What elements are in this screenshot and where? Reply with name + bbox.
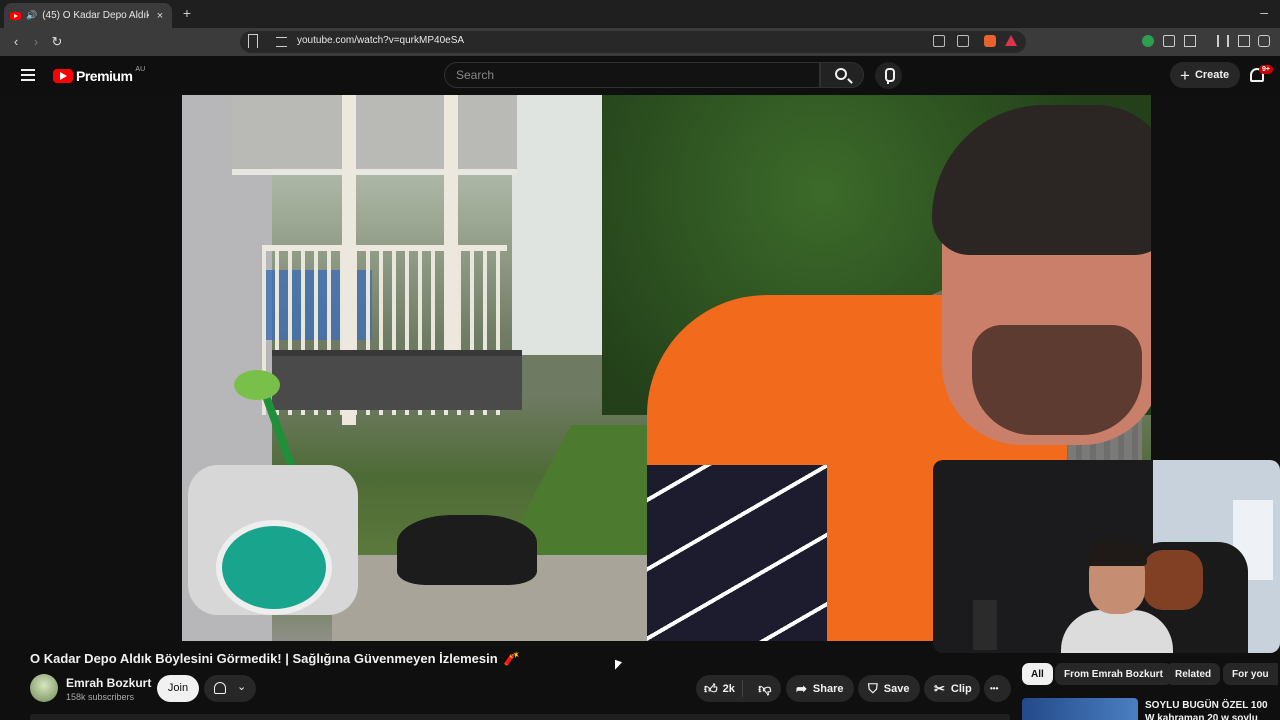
clip-button[interactable]: ✂ Clip: [924, 675, 980, 702]
back-icon[interactable]: ‹: [8, 34, 24, 50]
share-page-icon[interactable]: [957, 35, 969, 47]
video-bag: [397, 515, 537, 585]
media-controls-icon[interactable]: [1217, 35, 1229, 47]
thumbs-up-icon: 👍︎: [704, 681, 718, 696]
youtube-premium-logo[interactable]: Premium AU: [53, 65, 146, 84]
facecam-chair-logo: [1143, 550, 1203, 610]
tab-title: (45) O Kadar Depo Aldık Böyle: [42, 10, 149, 21]
video-shirt-sleeve: [647, 465, 827, 641]
tab-close-icon[interactable]: ×: [154, 10, 166, 22]
microphone-icon[interactable]: [875, 62, 902, 89]
chevron-down-icon: ⌄: [237, 681, 247, 693]
browser-toolbar: ‹ › ↻ youtube.com/watch?v=qurkMP40eSA: [0, 28, 1280, 56]
channel-name[interactable]: Emrah Bozkurt: [66, 676, 151, 690]
facecam-overlay: [933, 460, 1280, 653]
save-button[interactable]: ⛉ Save: [858, 675, 920, 702]
join-button[interactable]: Join: [157, 675, 199, 702]
reload-icon[interactable]: ↻: [49, 34, 65, 50]
scissors-icon: ✂: [934, 681, 945, 696]
subscriber-count: 158k subscribers: [66, 692, 135, 702]
bell-icon: [214, 682, 226, 694]
video-hose-wheel: [216, 520, 332, 615]
search-icon: [835, 68, 847, 80]
clip-label: Clip: [950, 682, 972, 695]
facecam-person-hair: [1085, 540, 1147, 566]
video-porch-post: [444, 95, 458, 375]
search-input[interactable]: Search: [444, 62, 820, 88]
new-tab-button[interactable]: +: [180, 5, 194, 21]
plus-icon: +: [1180, 65, 1190, 85]
chip-for-you[interactable]: For you: [1223, 663, 1278, 685]
minimize-window-button[interactable]: –: [1260, 4, 1268, 20]
related-video-title[interactable]: SOYLU BUGÜN ÖZEL 100 W kahraman 20 w soy…: [1145, 699, 1275, 720]
site-info-icon[interactable]: [276, 37, 287, 47]
like-count: 2k: [722, 682, 735, 695]
browser-tab-strip: 🔊 (45) O Kadar Depo Aldık Böyle × + –: [0, 0, 1280, 28]
extension-icon[interactable]: [1142, 35, 1154, 47]
menu-hamburger-icon[interactable]: [21, 69, 35, 81]
firecracker-icon: 🧨: [503, 651, 520, 666]
related-video-thumbnail[interactable]: [1022, 698, 1138, 720]
logo-text: Premium: [76, 68, 133, 84]
puzzle-extensions-icon[interactable]: [1163, 35, 1175, 47]
facecam-mic-arm: [973, 600, 997, 650]
facecam-person-body: [1061, 610, 1173, 653]
chip-related[interactable]: Related: [1166, 663, 1221, 685]
video-broom: [234, 370, 280, 400]
brave-shield-icon[interactable]: [984, 35, 996, 47]
channel-avatar[interactable]: [30, 674, 58, 702]
more-actions-button[interactable]: •••: [984, 675, 1011, 702]
like-dislike-group: 👍︎ 2k 👎︎: [696, 675, 781, 702]
dislike-button[interactable]: 👎︎: [749, 682, 781, 695]
youtube-favicon-icon: [10, 11, 21, 20]
share-arrow-icon: ➦: [796, 681, 807, 696]
youtube-play-icon: [53, 69, 73, 83]
like-button[interactable]: 👍︎ 2k: [696, 680, 743, 697]
video-porch-roof: [232, 95, 517, 175]
mouse-cursor-icon: [615, 659, 622, 673]
chip-all[interactable]: All: [1022, 663, 1053, 685]
bookmark-star-icon[interactable]: [248, 34, 258, 48]
country-code: AU: [135, 65, 146, 73]
video-deck: [272, 350, 522, 410]
search-button[interactable]: [820, 62, 864, 88]
bookmark-icon: ⛉: [868, 681, 878, 696]
youtube-header: Premium AU Search + Create 9+: [0, 56, 1280, 95]
create-label: Create: [1194, 69, 1230, 81]
video-title: O Kadar Depo Aldık Böylesini Görmedik! |…: [30, 651, 520, 667]
url-text[interactable]: youtube.com/watch?v=qurkMP40eSA: [297, 35, 464, 46]
speaker-icon[interactable]: 🔊: [26, 10, 37, 21]
notifications-badge: 9+: [1259, 65, 1273, 74]
share-label: Share: [812, 682, 844, 695]
chip-from-channel[interactable]: From Emrah Bozkurt: [1055, 663, 1172, 685]
video-person-beard: [972, 325, 1142, 435]
share-button[interactable]: ➦ Share: [786, 675, 854, 702]
thumbs-down-icon: 👎︎: [758, 681, 772, 696]
rewards-icon[interactable]: [1005, 35, 1017, 46]
screenshot-icon[interactable]: [1184, 35, 1196, 47]
create-button[interactable]: + Create: [1170, 62, 1240, 88]
description-box-edge: [30, 714, 1010, 720]
browser-tab[interactable]: 🔊 (45) O Kadar Depo Aldık Böyle ×: [4, 3, 172, 28]
cast-icon[interactable]: [933, 35, 945, 47]
save-label: Save: [883, 682, 910, 695]
wallet-icon[interactable]: [1258, 35, 1270, 47]
forward-icon[interactable]: ›: [28, 34, 44, 50]
subscribed-notifications-button[interactable]: ⌄: [204, 675, 256, 702]
sidebar-icon[interactable]: [1238, 35, 1250, 47]
video-title-text: O Kadar Depo Aldık Böylesini Görmedik! |…: [30, 651, 498, 666]
